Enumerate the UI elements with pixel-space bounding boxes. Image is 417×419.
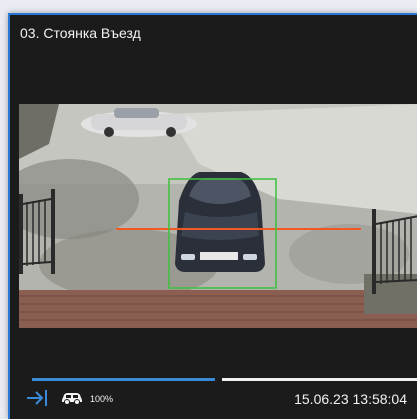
timeline-remaining[interactable] xyxy=(222,378,417,381)
confidence-value: 100% xyxy=(90,394,114,404)
detected-car xyxy=(175,172,265,272)
camera-scene xyxy=(19,104,417,328)
camera-title: 03. Стоянка Въезд xyxy=(20,25,141,41)
timestamp: 15.06.23 13:58:04 xyxy=(294,391,407,407)
car-icon xyxy=(60,391,84,410)
status-bar: 100% 15.06.23 13:58:04 xyxy=(10,385,417,411)
timeline-played[interactable] xyxy=(32,378,215,381)
camera-panel[interactable]: 03. Стоянка Въезд 100% 15.06.23 13:58:04 xyxy=(8,13,417,419)
video-frame[interactable] xyxy=(19,104,417,328)
jump-to-end-icon[interactable] xyxy=(26,389,50,412)
